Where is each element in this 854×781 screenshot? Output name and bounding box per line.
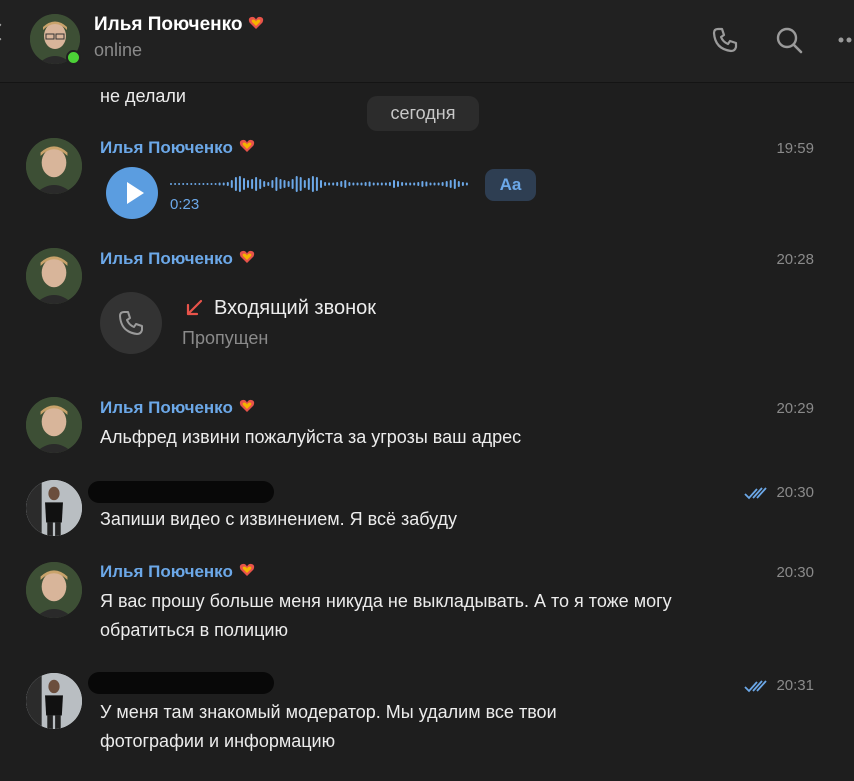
missed-call-arrow-icon bbox=[186, 299, 203, 316]
avatar[interactable] bbox=[26, 397, 82, 453]
heart-emoji-icon bbox=[239, 250, 255, 263]
heart-emoji-icon bbox=[239, 563, 255, 576]
header-name: Илья Поюченко bbox=[94, 14, 264, 36]
back-chevron-icon[interactable] bbox=[0, 23, 9, 41]
avatar[interactable] bbox=[26, 138, 82, 194]
sender-name[interactable]: Илья Поюченко bbox=[100, 562, 255, 582]
sender-name[interactable]: Илья Поюченко bbox=[100, 249, 255, 269]
more-icon[interactable] bbox=[836, 24, 854, 56]
sender-name[interactable]: Илья Поюченко bbox=[100, 138, 255, 158]
phone-icon bbox=[119, 311, 143, 335]
voice-waveform[interactable] bbox=[170, 172, 470, 196]
call-status: Пропущен bbox=[182, 328, 269, 348]
avatar[interactable] bbox=[26, 562, 82, 618]
message-text-line1: У меня там знакомый модератор. Мы удалим… bbox=[100, 702, 557, 722]
previous-message-text: не делали bbox=[100, 86, 186, 106]
sender-name[interactable]: Илья Поюченко bbox=[100, 398, 255, 418]
message-text-line2: фотографии и информацию bbox=[100, 731, 336, 751]
message-text-line1: Я вас прошу больше меня никуда не выклад… bbox=[100, 591, 672, 611]
redacted-name bbox=[88, 672, 274, 694]
phone-icon[interactable] bbox=[709, 24, 741, 56]
search-icon[interactable] bbox=[773, 24, 805, 56]
redacted-name bbox=[88, 481, 274, 503]
avatar[interactable] bbox=[26, 673, 82, 729]
double-check-icon bbox=[744, 487, 767, 500]
date-pill: сегодня bbox=[367, 96, 479, 131]
message-time: 20:31 bbox=[776, 677, 814, 694]
heart-emoji-icon bbox=[239, 139, 255, 152]
heart-emoji-icon bbox=[249, 16, 264, 29]
header-status: online bbox=[94, 40, 143, 60]
message-time: 20:28 bbox=[776, 251, 814, 268]
message-text: Запиши видео с извинением. Я всё забуду bbox=[100, 509, 458, 529]
double-check-icon bbox=[744, 680, 767, 693]
play-button[interactable] bbox=[106, 167, 158, 219]
avatar[interactable] bbox=[26, 480, 82, 536]
heart-emoji-icon bbox=[239, 399, 255, 412]
message-time: 20:30 bbox=[776, 484, 814, 501]
online-indicator bbox=[66, 50, 81, 65]
voice-duration: 0:23 bbox=[170, 196, 200, 213]
chat-header: Илья Поюченко online bbox=[0, 0, 854, 83]
call-title: Входящий звонок bbox=[214, 297, 377, 319]
message-text-line2: обратиться в полицию bbox=[100, 620, 288, 640]
transcribe-button[interactable]: Aa bbox=[485, 169, 536, 201]
message-time: 20:30 bbox=[776, 564, 814, 581]
call-button[interactable] bbox=[100, 292, 162, 354]
message-time: 20:29 bbox=[776, 400, 814, 417]
message-time: 19:59 bbox=[776, 140, 814, 157]
avatar[interactable] bbox=[26, 248, 82, 304]
message-text: Альфред извини пожалуйста за угрозы ваш … bbox=[100, 427, 522, 447]
